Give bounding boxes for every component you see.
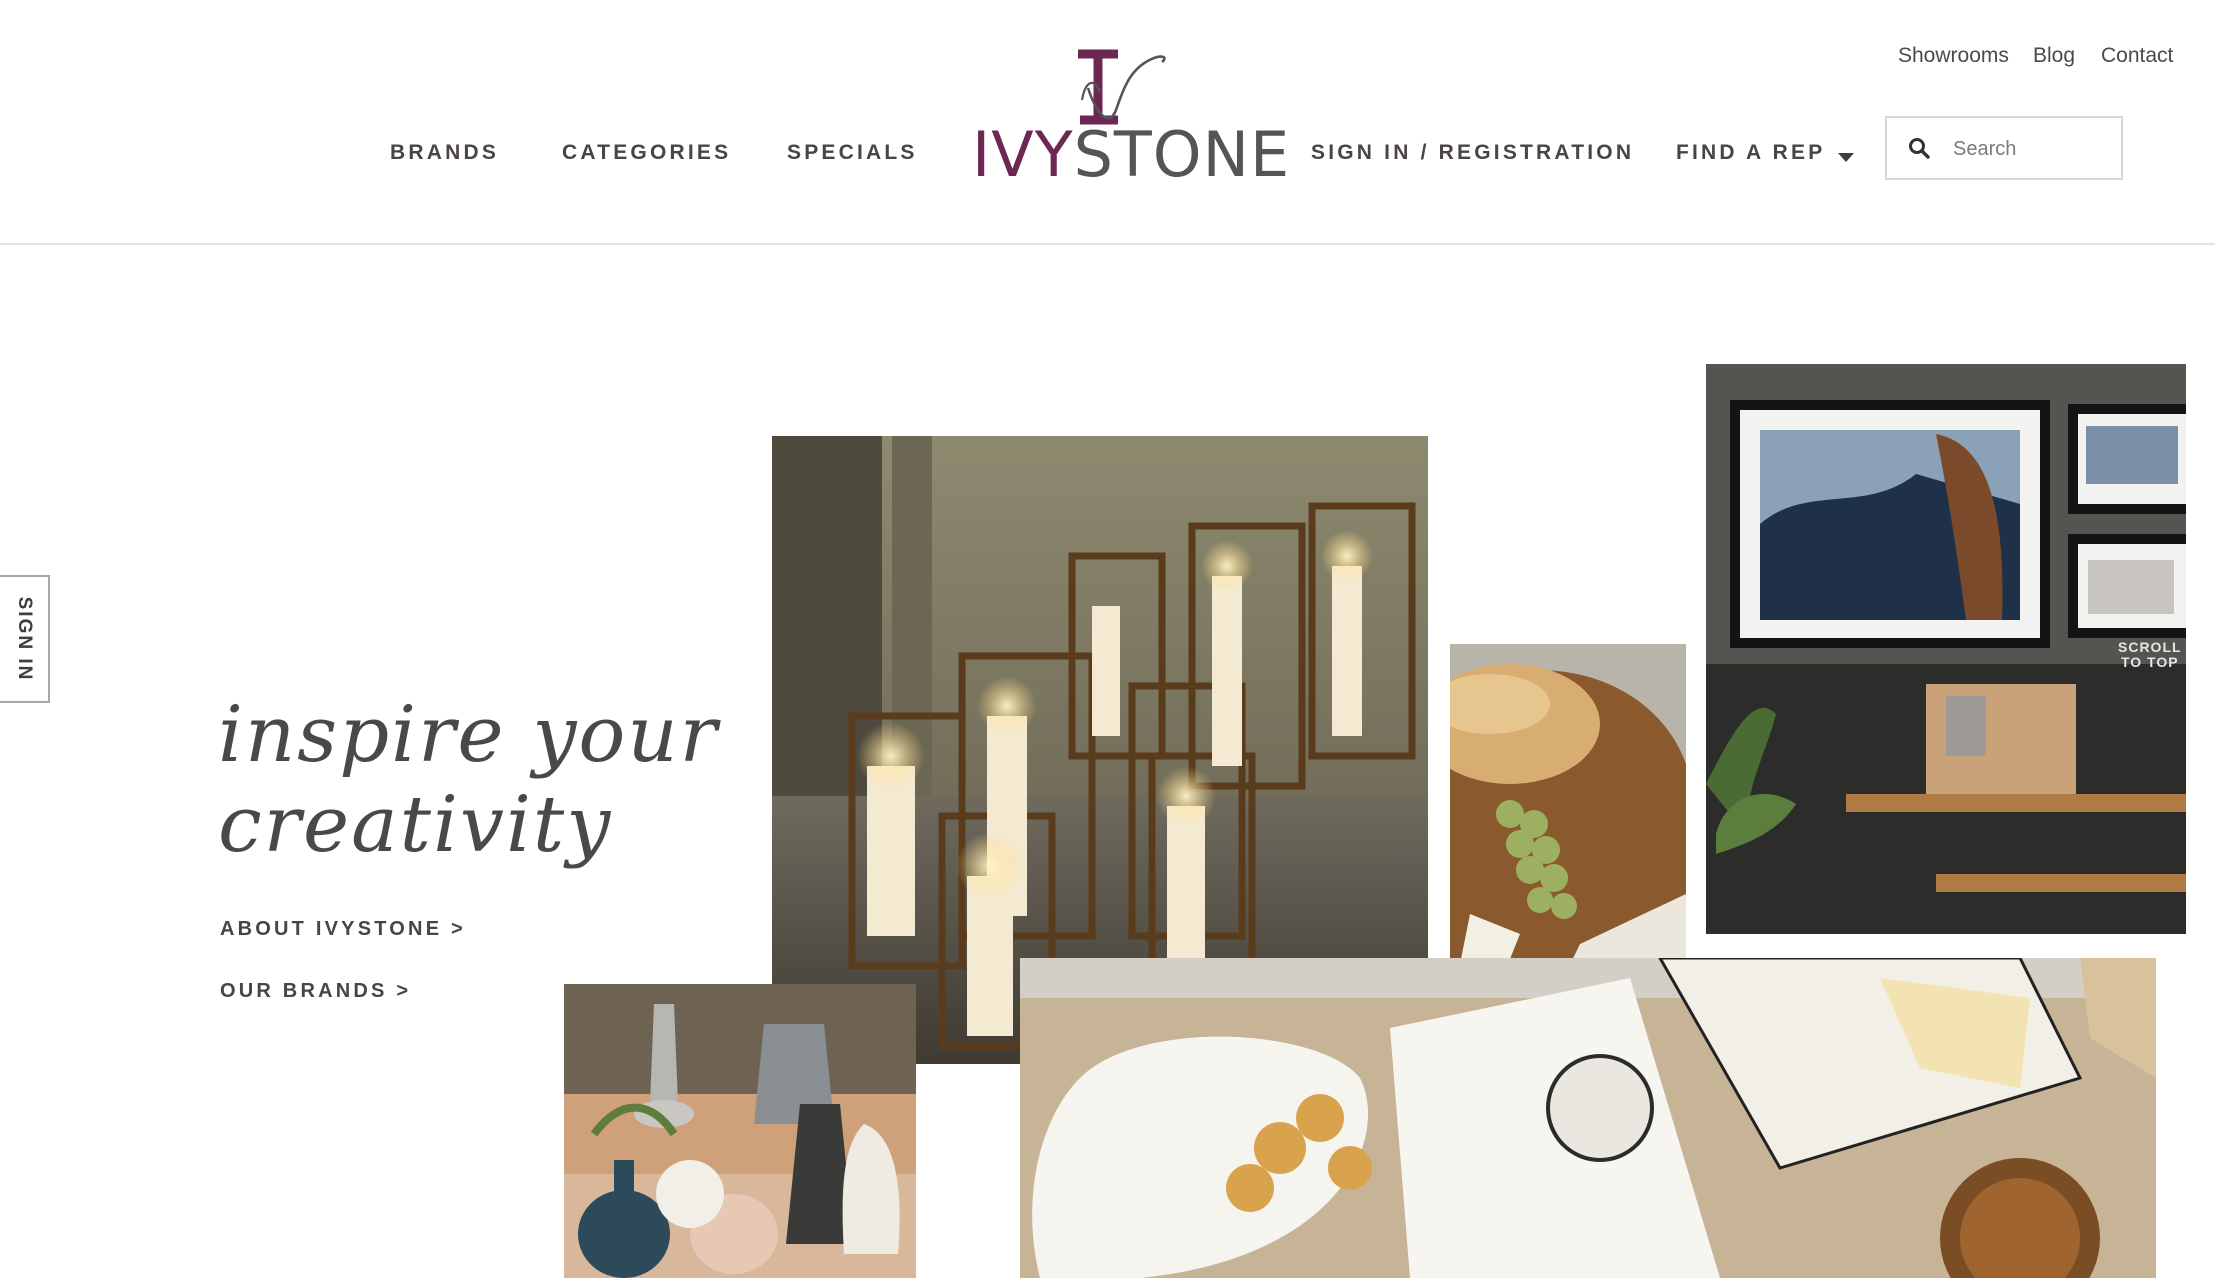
- hero-headline-line2: creativity: [218, 780, 613, 870]
- nav-find-a-rep[interactable]: FIND A REP: [1676, 141, 1825, 165]
- logo-monogram-icon[interactable]: [1058, 48, 1170, 126]
- our-brands-link[interactable]: OUR BRANDS >: [220, 980, 411, 1003]
- site-header: Showrooms Blog Contact BRANDS CATEGORIES…: [0, 0, 2215, 245]
- scroll-to-top-line2: TO TOP: [2120, 654, 2179, 671]
- side-sign-in-tab[interactable]: SIGN IN: [0, 575, 50, 703]
- scroll-to-top-line1: SCROLL: [2118, 639, 2182, 655]
- hero-headline-line1: inspire your: [218, 690, 719, 780]
- logo-text-stone: STONE: [1073, 118, 1291, 191]
- search-input[interactable]: [1951, 128, 2115, 170]
- showrooms-link[interactable]: Showrooms: [1898, 44, 2009, 68]
- nav-categories[interactable]: CATEGORIES: [562, 141, 731, 165]
- nav-sign-in-registration[interactable]: SIGN IN / REGISTRATION: [1311, 141, 1634, 165]
- logo-wordmark[interactable]: IVYSTONE: [972, 124, 1290, 186]
- snack-platters-photo[interactable]: [1020, 958, 2156, 1278]
- nav-specials[interactable]: SPECIALS: [787, 141, 918, 165]
- contact-link[interactable]: Contact: [2101, 44, 2173, 68]
- scroll-to-top-button[interactable]: SCROLL TO TOP: [2118, 639, 2182, 671]
- chevron-down-icon[interactable]: [1838, 153, 1854, 162]
- blog-link[interactable]: Blog: [2033, 44, 2075, 68]
- vases-photo[interactable]: [564, 984, 916, 1278]
- logo-text-ivy: IVY: [972, 118, 1074, 191]
- nav-brands[interactable]: BRANDS: [390, 141, 499, 165]
- search-icon[interactable]: [1907, 136, 1931, 160]
- search-bar[interactable]: [1885, 116, 2123, 180]
- desk-art-photo[interactable]: [1706, 364, 2186, 934]
- side-sign-in-label: SIGN IN: [14, 596, 35, 682]
- about-ivystone-link[interactable]: ABOUT IVYSTONE >: [220, 918, 466, 941]
